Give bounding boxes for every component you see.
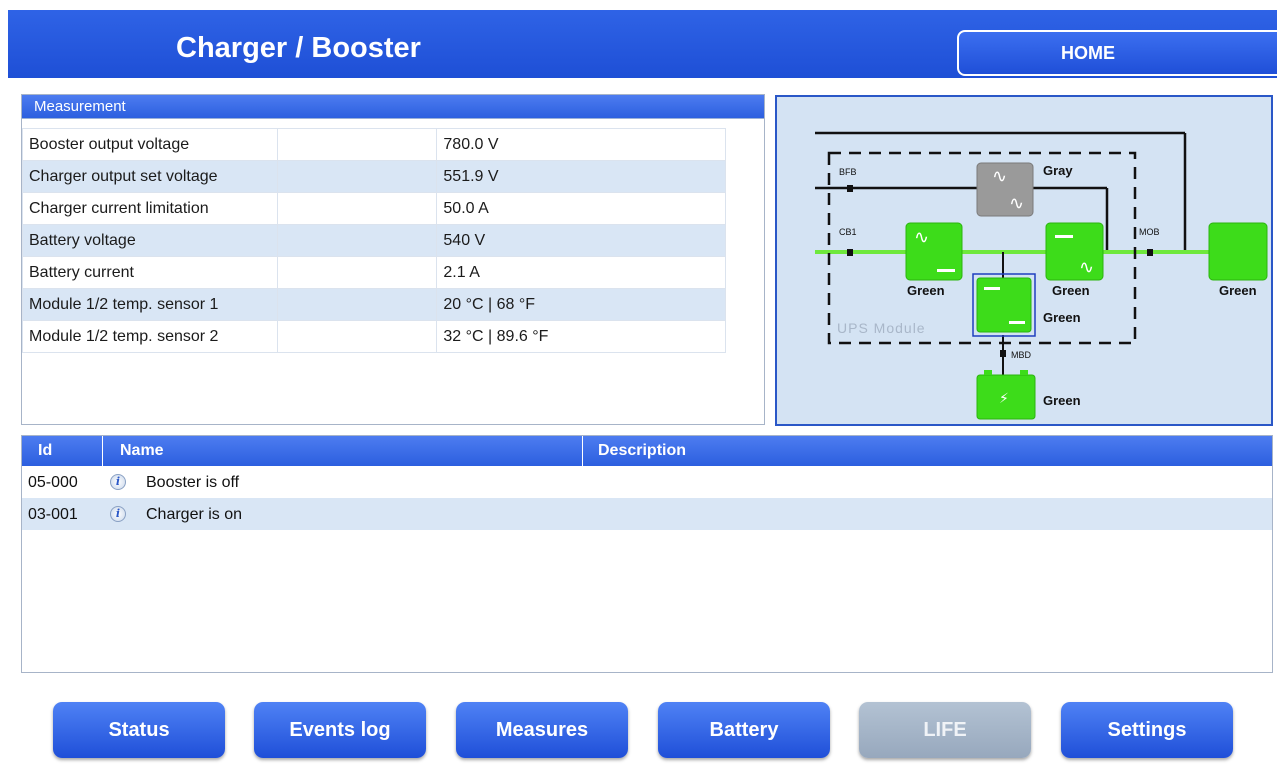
bypass-wave-icon: ∿: [1009, 193, 1024, 214]
bfb-switch[interactable]: [847, 185, 853, 192]
bypass-wave-icon: ∿: [992, 166, 1007, 187]
measurement-label: Battery voltage: [22, 224, 278, 257]
events-header: Id Name Description: [22, 436, 1272, 466]
measurement-value: 540 V: [436, 224, 726, 257]
diagram-svg: ∿ ∿ ∿ ∿ ⚡: [815, 131, 1268, 420]
rectifier-dc-icon: [937, 269, 955, 272]
battery-status: Green: [1043, 393, 1081, 408]
cb1-switch[interactable]: [847, 249, 853, 256]
charger-dc-icon: [1009, 321, 1025, 324]
status-button[interactable]: Status: [53, 702, 225, 758]
measurement-label: Battery current: [22, 256, 278, 289]
ups-diagram: ∿ ∿ ∿ ∿ ⚡ BFB CB1 MOB MBD UPS Module Gra…: [775, 95, 1273, 426]
measurement-row: Module 1/2 temp. sensor 2 32 °C | 89.6 °…: [22, 320, 726, 353]
event-row[interactable]: 05-000 i Booster is off: [22, 466, 1272, 498]
event-name: Booster is off: [146, 474, 240, 491]
measurement-value: 551.9 V: [436, 160, 726, 193]
event-row[interactable]: 03-001 i Charger is on: [22, 498, 1272, 530]
home-button[interactable]: HOME: [957, 30, 1277, 76]
col-id-header[interactable]: Id: [38, 442, 52, 460]
column-divider: [102, 436, 103, 466]
inverter-status: Green: [1052, 283, 1090, 298]
battery-bolt-icon: ⚡: [999, 391, 1009, 407]
measurement-spacer: [276, 288, 438, 321]
app-root: Charger / Booster HOME Measurement Boost…: [0, 0, 1277, 770]
charger-status: Green: [1043, 310, 1081, 325]
bypass-status: Gray: [1043, 163, 1073, 178]
settings-button[interactable]: Settings: [1061, 702, 1233, 758]
event-id: 03-001: [28, 506, 78, 523]
measurement-spacer: [276, 160, 438, 193]
col-description-header[interactable]: Description: [598, 442, 686, 460]
cb1-label: CB1: [839, 227, 857, 237]
measurement-table: Booster output voltage 780.0 V Charger o…: [22, 128, 726, 353]
measurement-label: Charger output set voltage: [22, 160, 278, 193]
ups-module-label: UPS Module: [837, 320, 926, 336]
measurement-label: Charger current limitation: [22, 192, 278, 225]
mbd-switch[interactable]: [1000, 350, 1006, 357]
info-icon: i: [110, 506, 126, 522]
measurement-spacer: [276, 320, 438, 353]
measurement-row: Charger current limitation 50.0 A: [22, 192, 726, 225]
measurement-row: Battery voltage 540 V: [22, 224, 726, 257]
measurement-value: 780.0 V: [436, 128, 726, 161]
bfb-label: BFB: [839, 167, 857, 177]
column-divider: [582, 436, 583, 466]
measurement-value: 2.1 A: [436, 256, 726, 289]
page-title: Charger / Booster: [176, 32, 421, 64]
mbd-label: MBD: [1011, 350, 1031, 360]
mob-switch[interactable]: [1147, 249, 1153, 256]
measurement-spacer: [276, 128, 438, 161]
battery-terminal: [984, 370, 992, 375]
inverter-ac-icon: ∿: [1079, 257, 1094, 278]
event-name: Charger is on: [146, 506, 243, 523]
measurement-value: 50.0 A: [436, 192, 726, 225]
measurement-row: Charger output set voltage 551.9 V: [22, 160, 726, 193]
battery-terminal: [1020, 370, 1028, 375]
col-name-header[interactable]: Name: [120, 442, 164, 460]
measurement-title: Measurement: [22, 95, 764, 119]
measurement-label: Module 1/2 temp. sensor 2: [22, 320, 278, 353]
rectifier-ac-icon: ∿: [914, 227, 929, 248]
events-log-button[interactable]: Events log: [254, 702, 426, 758]
measurement-row: Module 1/2 temp. sensor 1 20 °C | 68 °F: [22, 288, 726, 321]
measurement-value: 20 °C | 68 °F: [436, 288, 726, 321]
output-status: Green: [1219, 283, 1257, 298]
inverter-block[interactable]: [1045, 222, 1104, 281]
measurement-spacer: [276, 192, 438, 225]
info-icon: i: [110, 474, 126, 490]
measures-button[interactable]: Measures: [456, 702, 628, 758]
measurement-label: Module 1/2 temp. sensor 1: [22, 288, 278, 321]
measurement-row: Booster output voltage 780.0 V: [22, 128, 726, 161]
events-panel: Id Name Description 05-000 i Booster is …: [21, 435, 1273, 673]
measurement-value: 32 °C | 89.6 °F: [436, 320, 726, 353]
life-button[interactable]: LIFE: [859, 702, 1031, 758]
battery-button[interactable]: Battery: [658, 702, 830, 758]
measurement-label: Booster output voltage: [22, 128, 278, 161]
rectifier-status: Green: [907, 283, 945, 298]
charger-dc-icon: [984, 287, 1000, 290]
measurement-spacer: [276, 224, 438, 257]
mob-label: MOB: [1139, 227, 1160, 237]
output-block[interactable]: [1208, 222, 1268, 281]
header-bar: Charger / Booster HOME: [8, 10, 1277, 78]
measurement-panel: Measurement Booster output voltage 780.0…: [21, 94, 765, 425]
inverter-dc-icon: [1055, 235, 1073, 238]
event-id: 05-000: [28, 474, 78, 491]
measurement-row: Battery current 2.1 A: [22, 256, 726, 289]
measurement-spacer: [276, 256, 438, 289]
